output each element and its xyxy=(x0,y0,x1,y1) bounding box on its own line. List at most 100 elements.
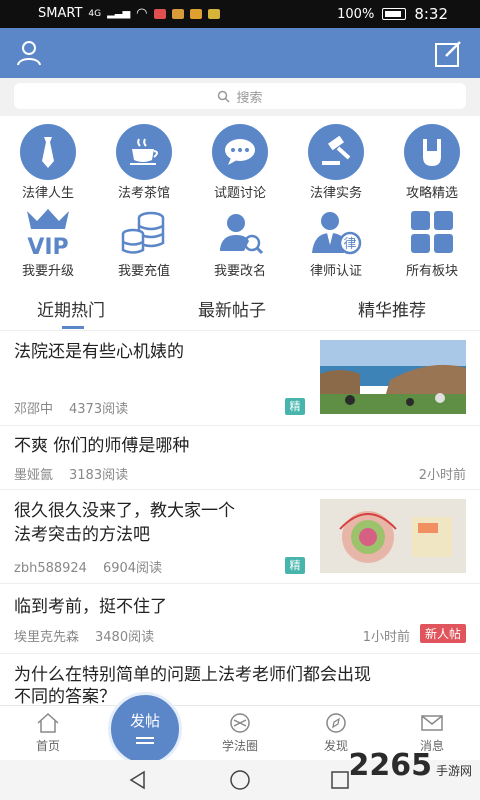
nav-label: 发现 xyxy=(323,739,348,753)
category-label: 法律人生 xyxy=(21,186,74,201)
wifi-icon: ◠ xyxy=(136,6,148,21)
mail-icon xyxy=(171,8,184,19)
post-time: 2小时前 xyxy=(418,468,466,483)
post-title-line-1: 为什么在特别简单的问题上法考老师们都会出现 xyxy=(14,665,371,685)
study-circle-icon xyxy=(230,713,250,733)
vip-crown-icon: VIP xyxy=(19,206,77,258)
hand-gesture-icon xyxy=(404,124,460,180)
home-circle-icon[interactable] xyxy=(229,769,251,791)
app-icon xyxy=(189,8,202,19)
chat-bubble-icon xyxy=(212,124,268,180)
tab-active-indicator xyxy=(62,326,84,329)
post-author: 墨娅氤 xyxy=(14,468,54,483)
post-thumbnail xyxy=(320,340,466,414)
svg-text:VIP: VIP xyxy=(27,235,68,257)
post-meta: 埃里克先森 3480阅读 xyxy=(14,626,154,645)
signal-icon: ▂▃▅ xyxy=(107,8,131,19)
category-grid: 法律人生 法考茶馆 试题讨论 法律实务 攻略精选 VIP 我要升级 我要充值 我… xyxy=(0,120,480,280)
post-item[interactable]: 为什么在特别简单的问题上法考老师们都会出现 不同的答案？ xyxy=(0,653,480,707)
post-reads: 3183阅读 xyxy=(69,468,129,483)
nav-study-circle[interactable]: 学法圈 xyxy=(210,712,270,754)
category-label: 律师认证 xyxy=(309,264,362,279)
post-thumbnail xyxy=(320,499,466,573)
post-item[interactable]: 很久很久没来了，教大家一个 法考突击的方法吧 zbh588924 6904阅读 精 xyxy=(0,489,480,584)
carrier-label: SMART xyxy=(38,6,83,21)
tab-label: 近期热门 xyxy=(37,301,105,321)
category-strategy[interactable]: 攻略精选 xyxy=(384,120,480,201)
category-law-life[interactable]: 法律人生 xyxy=(0,120,96,201)
battery-icon xyxy=(382,8,407,20)
post-title-line-2: 法考突击的方法吧 xyxy=(14,525,150,545)
nav-home[interactable]: 首页 xyxy=(18,712,78,754)
notification-icon xyxy=(153,8,166,19)
tab-recent-hot[interactable]: 近期热门 xyxy=(37,296,105,329)
post-meta: 邓邵中 4373阅读 xyxy=(14,398,128,417)
tie-icon xyxy=(20,124,76,180)
create-post-button[interactable]: 发帖 xyxy=(108,692,182,766)
category-question-discuss[interactable]: 试题讨论 xyxy=(192,120,288,201)
lawyer-icon: 律 xyxy=(307,206,365,258)
app-header xyxy=(0,28,480,78)
watermark-text: 手游网 xyxy=(435,764,472,778)
post-item[interactable]: 法院还是有些心机婊的 邓邵中 4373阅读 精 xyxy=(0,331,480,426)
menu-lines-icon xyxy=(136,737,154,744)
category-label: 攻略精选 xyxy=(405,186,458,201)
category-law-practice[interactable]: 法律实务 xyxy=(288,120,384,201)
create-post-label: 发帖 xyxy=(129,712,160,730)
featured-badge: 精 xyxy=(285,557,305,574)
search-bar: 搜索 xyxy=(0,78,480,116)
category-lawyer-verify[interactable]: 律 律师认证 xyxy=(288,200,384,279)
post-time: 1小时前 xyxy=(362,630,410,645)
post-reads: 4373阅读 xyxy=(69,402,129,417)
grid-icon xyxy=(403,206,461,258)
nav-label: 学法圈 xyxy=(221,739,258,753)
recents-icon[interactable] xyxy=(330,770,350,790)
category-label: 法考茶馆 xyxy=(117,186,170,201)
tab-label: 最新帖子 xyxy=(198,301,266,321)
post-reads: 3480阅读 xyxy=(95,630,155,645)
post-meta: 墨娅氤 3183阅读 xyxy=(14,464,128,483)
svg-text:律: 律 xyxy=(343,237,356,252)
search-input[interactable]: 搜索 xyxy=(14,83,466,109)
home-icon xyxy=(37,712,59,733)
category-label: 我要充值 xyxy=(117,264,170,279)
battery-percent: 100% xyxy=(337,6,375,22)
search-placeholder: 搜索 xyxy=(236,90,263,106)
category-label: 试题讨论 xyxy=(213,186,266,201)
post-meta: zbh588924 6904阅读 xyxy=(14,557,162,576)
app-icon-2 xyxy=(207,8,220,19)
post-author: 邓邵中 xyxy=(14,402,54,417)
watermark-number: 2265 xyxy=(348,748,432,783)
clock: 8:32 xyxy=(414,5,448,23)
new-user-badge: 新人帖 xyxy=(419,624,466,643)
category-all-boards[interactable]: 所有板块 xyxy=(384,200,480,279)
gavel-icon xyxy=(308,124,364,180)
category-label: 法律实务 xyxy=(309,186,362,201)
category-rename[interactable]: 我要改名 xyxy=(192,200,288,279)
tab-label: 精华推荐 xyxy=(358,301,426,321)
coins-icon xyxy=(115,206,173,258)
post-item[interactable]: 临到考前，挺不住了 埃里克先森 3480阅读 1小时前 新人帖 xyxy=(0,583,480,654)
compass-icon xyxy=(326,713,346,733)
post-author: zbh588924 xyxy=(14,561,87,576)
category-upgrade[interactable]: VIP 我要升级 xyxy=(0,200,96,279)
category-label: 所有板块 xyxy=(405,264,458,279)
category-recharge[interactable]: 我要充值 xyxy=(96,200,192,279)
edit-icon[interactable] xyxy=(434,40,462,68)
post-title: 临到考前，挺不住了 xyxy=(14,597,167,617)
back-icon[interactable] xyxy=(128,770,148,790)
feed-tabs: 近期热门 最新帖子 精华推荐 xyxy=(0,286,480,331)
tab-latest-posts[interactable]: 最新帖子 xyxy=(198,296,266,321)
status-bar: SMART 4G ▂▃▅ ◠ 100% 8:32 xyxy=(0,0,480,28)
category-label: 我要改名 xyxy=(213,264,266,279)
category-teahouse[interactable]: 法考茶馆 xyxy=(96,120,192,201)
tea-cup-icon xyxy=(116,124,172,180)
user-icon[interactable] xyxy=(16,40,42,66)
post-title: 不爽 你们的师傅是哪种 xyxy=(14,436,190,456)
network-label: 4G xyxy=(88,8,102,19)
post-item[interactable]: 不爽 你们的师傅是哪种 墨娅氤 3183阅读 2小时前 xyxy=(0,425,480,490)
category-label: 我要升级 xyxy=(21,264,74,279)
rename-user-icon xyxy=(211,206,269,258)
featured-badge: 精 xyxy=(285,398,305,415)
tab-featured[interactable]: 精华推荐 xyxy=(358,296,426,321)
